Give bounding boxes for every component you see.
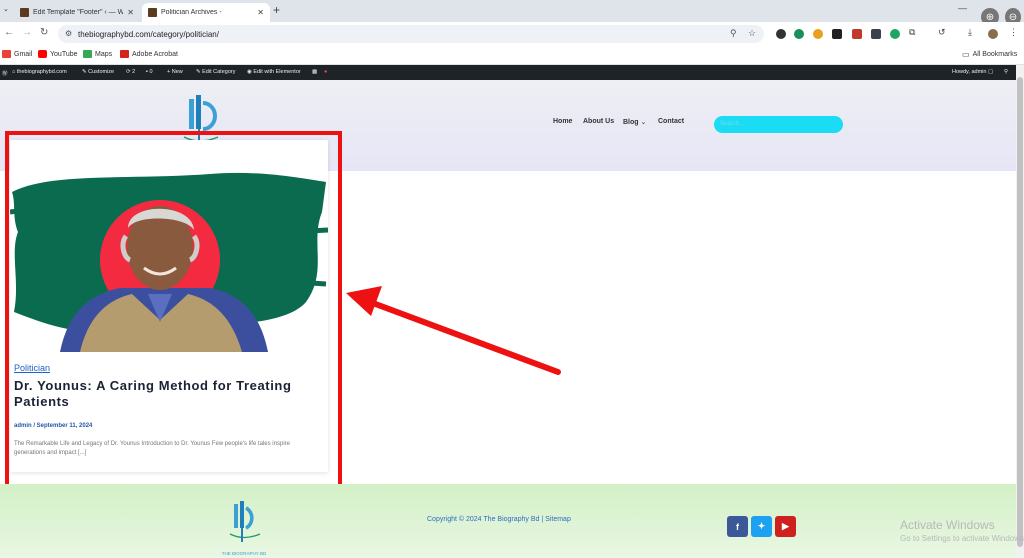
wp-comments-link[interactable]: ▪ 0	[146, 69, 153, 75]
youtube-icon[interactable]: ▶	[775, 516, 796, 537]
new-tab-button[interactable]: +	[273, 3, 280, 17]
url-text[interactable]: thebiographybd.com/category/politician/	[78, 30, 219, 39]
wp-edit-category-label: Edit Category	[202, 69, 236, 75]
extension-icon[interactable]	[852, 29, 862, 39]
bookmark-star-icon[interactable]: ☆	[748, 28, 756, 39]
nav-contact[interactable]: Contact	[658, 118, 684, 125]
close-icon[interactable]: ✕	[127, 8, 134, 17]
puzzle-extensions-icon[interactable]: ⧉	[909, 27, 915, 38]
footer-brand-text: THE BIOGRAPHY BD	[221, 551, 267, 556]
footer-logo-icon[interactable]	[220, 500, 270, 550]
tab-politician-archives[interactable]: Politician Archives - ✕	[142, 3, 270, 22]
wp-plugin-icon[interactable]: ▩	[312, 69, 317, 75]
nav-blog[interactable]: Blog ⌄	[623, 118, 646, 126]
status-dot-icon: ●	[324, 69, 328, 75]
zoom-lens-icon[interactable]: ⚲	[730, 28, 737, 39]
address-bar: ← → ↻ ⚙ thebiographybd.com/category/poli…	[0, 22, 1024, 46]
search-input[interactable]: Search...	[714, 116, 843, 133]
wp-new-label: New	[171, 69, 183, 75]
bookmark-label: Maps	[95, 50, 113, 58]
wp-updates-link[interactable]: ⟳ 2	[126, 69, 135, 75]
menu-kebab-icon[interactable]: ⋮	[1009, 27, 1018, 38]
wp-howdy[interactable]: Howdy, admin ▢	[952, 69, 993, 75]
tab-search-chevron-icon[interactable]: ⌄	[3, 5, 9, 13]
history-icon[interactable]: ↺	[938, 27, 946, 38]
extension-icon[interactable]	[890, 29, 900, 39]
bookmark-gmail[interactable]: Gmail	[2, 50, 32, 58]
bookmarks-bar: Gmail YouTube Maps Adobe Acrobat ▭ All B…	[0, 46, 1024, 65]
folder-icon: ▭	[962, 50, 970, 59]
extension-icon[interactable]	[832, 29, 842, 39]
tab-title: Edit Template "Footer" ‹ — Wo	[33, 9, 124, 16]
wp-howdy-label: Howdy, admin	[952, 69, 987, 75]
extension-icon[interactable]	[871, 29, 881, 39]
download-icon[interactable]: ⤓	[968, 27, 972, 38]
site-favicon-icon	[20, 8, 29, 17]
wp-elementor-label: Edit with Elementor	[253, 69, 301, 75]
bookmark-adobe-acrobat[interactable]: Adobe Acrobat	[120, 50, 178, 58]
site-favicon-icon	[148, 8, 157, 17]
forward-icon[interactable]: →	[22, 27, 32, 38]
tab-edit-footer[interactable]: Edit Template "Footer" ‹ — Wo ✕	[14, 3, 140, 22]
browser-tab-strip: ⌄ Edit Template "Footer" ‹ — Wo ✕ Politi…	[0, 0, 1024, 22]
windows-activation-hint: Go to Settings to activate Windows.	[900, 534, 1024, 543]
nav-about-us[interactable]: About Us	[583, 118, 614, 125]
scrollbar-thumb[interactable]	[1017, 77, 1023, 547]
minimize-icon[interactable]: —	[958, 3, 967, 13]
all-bookmarks[interactable]: ▭ All Bookmarks	[962, 50, 1017, 59]
bookmark-label: All Bookmarks	[972, 51, 1018, 58]
facebook-icon[interactable]: f	[727, 516, 748, 537]
page-scrollbar[interactable]	[1016, 65, 1024, 558]
youtube-icon	[38, 50, 47, 58]
bookmark-youtube[interactable]: YouTube	[38, 50, 78, 58]
footer-copyright: Copyright © 2024 The Biography Bd | Site…	[427, 516, 571, 523]
chevron-down-icon: ⌄	[640, 119, 647, 126]
nav-blog-label: Blog	[623, 119, 639, 126]
acrobat-icon	[120, 50, 129, 58]
bookmark-label: YouTube	[50, 50, 78, 58]
wp-updates-count: 2	[132, 69, 136, 75]
sitemap-link[interactable]: Sitemap	[545, 516, 571, 523]
copyright-text: Copyright © 2024 The Biography Bd |	[427, 516, 544, 523]
extension-icon[interactable]	[776, 29, 786, 39]
wp-elementor-link[interactable]: ◉ Edit with Elementor	[247, 69, 301, 75]
twitter-icon[interactable]: ✦	[751, 516, 772, 537]
windows-activation-title: Activate Windows	[900, 518, 995, 532]
wp-search-icon[interactable]: ⚲	[1004, 69, 1008, 75]
maps-icon	[83, 50, 92, 58]
annotation-highlight-box	[5, 131, 342, 500]
gmail-icon	[2, 50, 11, 58]
bookmark-label: Gmail	[14, 50, 33, 58]
wordpress-icon[interactable]: Ⓦ	[2, 69, 8, 77]
url-omnibox[interactable]: ⚙ thebiographybd.com/category/politician…	[58, 25, 764, 43]
nav-home[interactable]: Home	[553, 118, 572, 125]
wp-site-link[interactable]: ⌂ thebiographybd.com	[12, 69, 67, 75]
wp-new-link[interactable]: + New	[167, 69, 183, 75]
reload-icon[interactable]: ↻	[40, 27, 48, 38]
extension-icon[interactable]	[813, 29, 823, 39]
tab-title: Politician Archives -	[161, 9, 222, 16]
back-icon[interactable]: ←	[4, 27, 14, 38]
wp-edit-category-link[interactable]: ✎ Edit Category	[196, 69, 235, 75]
bookmark-maps[interactable]: Maps	[83, 50, 112, 58]
avatar[interactable]	[988, 29, 998, 39]
wp-customize-link[interactable]: ✎ Customize	[82, 69, 114, 75]
wp-customize-label: Customize	[88, 69, 115, 75]
site-settings-icon[interactable]: ⚙	[65, 29, 72, 38]
close-icon[interactable]: ✕	[257, 8, 264, 17]
wp-comments-count: 0	[149, 69, 153, 75]
extension-icon[interactable]	[794, 29, 804, 39]
bookmark-label: Adobe Acrobat	[132, 50, 178, 58]
wp-site-name: thebiographybd.com	[16, 69, 67, 75]
wp-admin-bar: Ⓦ ⌂ thebiographybd.com ✎ Customize ⟳ 2 ▪…	[0, 65, 1024, 80]
